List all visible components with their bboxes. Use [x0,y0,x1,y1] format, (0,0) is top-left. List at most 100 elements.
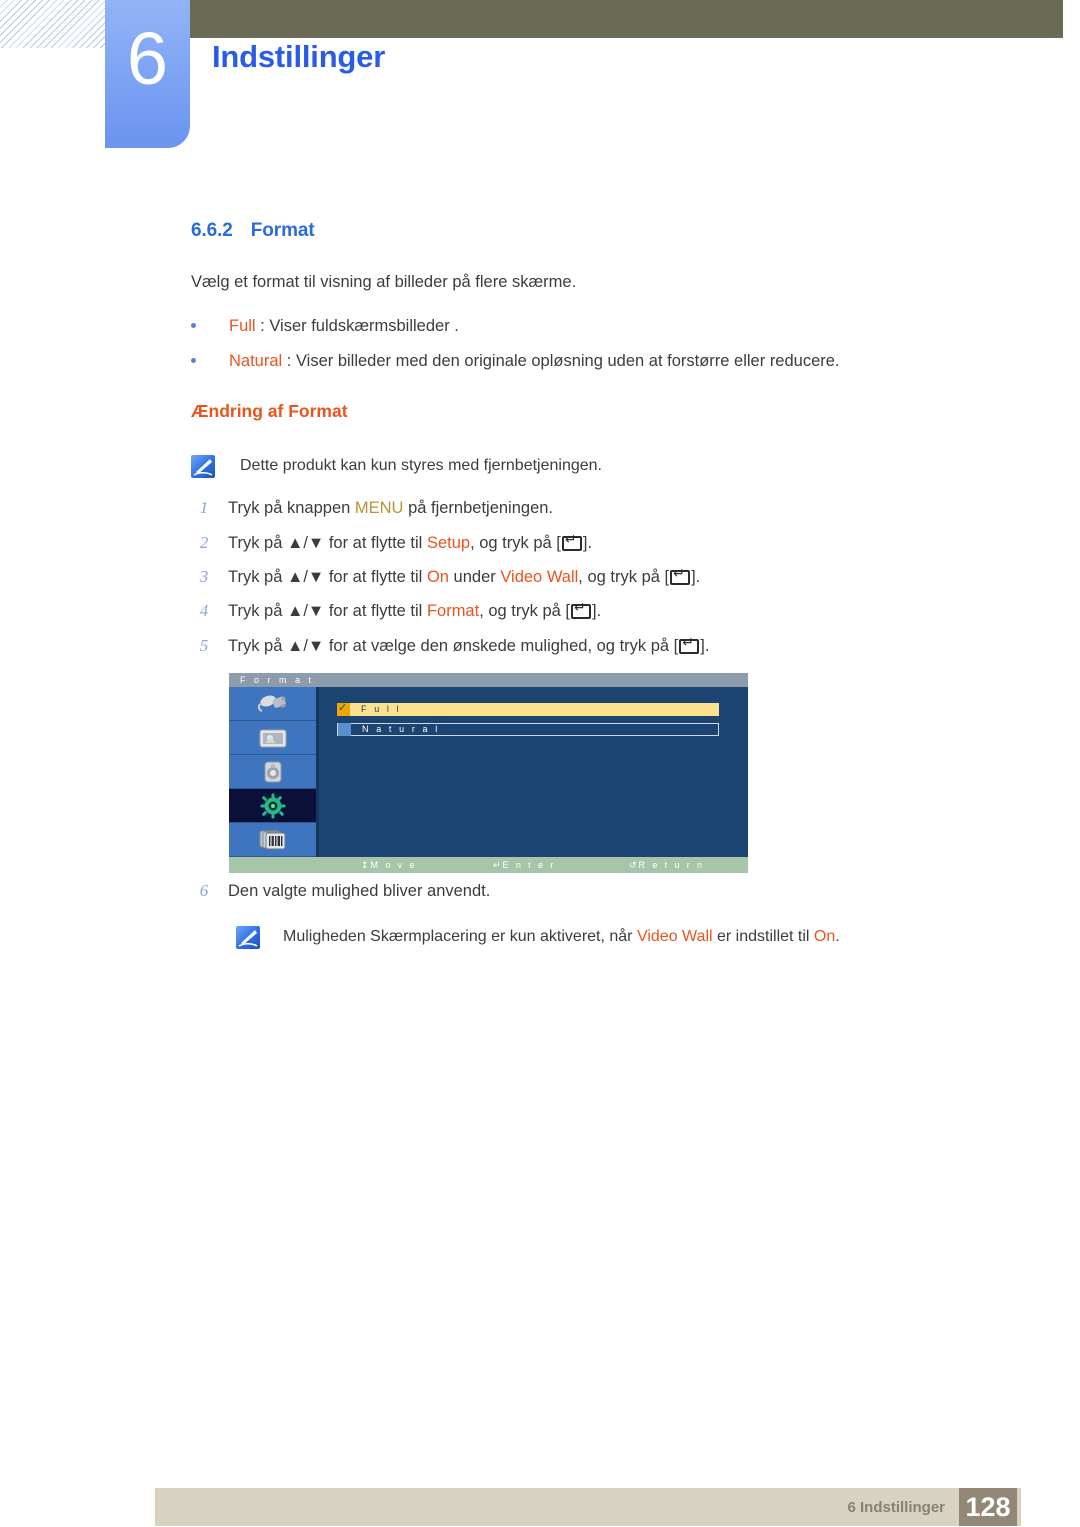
bullet-dot-icon [191,323,196,328]
step-text-pre: Tryk på knappen [228,499,355,517]
setup-gear-icon [260,793,285,818]
osd-sidebar-item-setup[interactable] [229,789,316,823]
note-pen-icon [191,455,215,478]
enter-arrow-icon: ↵ [493,861,501,871]
chapter-tab: 6 [105,0,190,148]
note-text-suffix: . [835,928,840,945]
osd-hint-return-label: R e t u r n [638,860,705,870]
osd-option-label: N a t u r a l [362,724,440,734]
note-text: Muligheden Skærmplacering er kun aktiver… [283,927,1003,947]
note-keyword-video-wall: Video Wall [636,928,713,945]
section-heading: 6.6.2 Format [191,220,315,242]
step-text-tail: ]. [691,568,701,586]
step-text-tail: ]. [700,637,710,655]
step-text-pre: Tryk på ▲/▼ for at flytte til [228,534,427,552]
step-number: 4 [199,601,209,620]
step-text-post: , og tryk på [ [578,568,670,586]
footer-chapter-label: 6 Indstillinger [847,1499,945,1516]
step-text-pre: Tryk på ▲/▼ for at flytte til [228,568,427,586]
osd-checkbox-checked-icon [337,701,350,716]
footer-page-number: 128 [959,1488,1017,1526]
step-text: Tryk på knappen MENU på fjernbetjeningen… [228,497,553,519]
step-keyword: Setup [426,534,471,552]
updown-arrow-icon: ↕ [361,861,369,871]
header-olive-bar [190,0,1063,38]
step-text-tail: ]. [592,602,602,620]
enter-key-icon [571,601,591,619]
step-text-mid: under [448,568,501,586]
bullet-dot-icon [191,358,196,363]
return-arrow-icon: ↺ [629,861,637,871]
step-text: Tryk på ▲/▼ for at flytte til On under V… [228,566,700,588]
step-text: Den valgte mulighed bliver anvendt. [228,882,491,900]
step-number: 5 [199,636,209,655]
osd-hint-move: ↕ M o v e [361,857,417,874]
osd-sidebar-item-sound[interactable] [229,755,316,789]
osd-sidebar [229,687,316,857]
page-header: 6 Indstillinger [0,0,1080,160]
step-text-post: , og tryk på [ [479,602,570,620]
section-number: 6.6.2 [191,220,233,241]
step-text-pre: Tryk på ▲/▼ for at vælge den ønskede mul… [228,637,679,655]
step-number: 2 [199,533,209,552]
bullet-content: Natural : Viser billeder med den origina… [229,351,840,371]
osd-hint-enter: ↵ E n t e r [493,857,556,874]
enter-key-icon [679,636,700,654]
osd-sidebar-item-multi-control[interactable] [229,823,316,857]
step-keyword: On [426,568,449,586]
note-text: Dette produkt kan kun styres med fjernbe… [240,457,602,474]
osd-title-bar: F o r m a t [229,673,748,687]
list-item: Natural : Viser billeder med den origina… [191,351,840,371]
step-number: 1 [199,498,209,517]
step-keyword: MENU [354,499,404,517]
step-keyword: Format [426,602,480,620]
step-text-tail: ]. [582,534,593,552]
multi-control-icon [259,830,285,849]
step-keyword-2: Video Wall [500,568,579,586]
sound-speaker-icon [264,761,281,782]
note-text-prefix: Muligheden Skærmplacering er kun aktiver… [283,928,637,945]
note-text-middle: er indstillet til [712,928,814,945]
step-number: 3 [199,567,209,586]
enter-key-icon [561,533,582,551]
note-pen-icon [236,926,260,949]
step-text: Tryk på ▲/▼ for at flytte til Format, og… [228,600,601,622]
picture-icon [259,729,286,747]
step-text-pre: Tryk på ▲/▼ for at flytte til [228,602,427,620]
osd-hint-return: ↺ R e t u r n [629,857,704,874]
section-intro-text: Vælg et format til visning af billeder p… [191,273,577,291]
osd-option-label: F u l l [361,704,402,714]
osd-hint-move-label: M o v e [370,860,417,870]
step-text-post: på fjernbetjeningen. [403,499,554,517]
bullet-content: Full : Viser fuldskærmsbilleder . [229,316,459,336]
osd-option-row-natural[interactable]: N a t u r a l [337,723,719,736]
page-footer: 6 Indstillinger 128 [155,1488,1021,1526]
step-item: 4 Tryk på ▲/▼ for at flytte til Format, … [193,600,601,622]
bullet-term: Natural [229,352,283,370]
osd-menu-screenshot: F o r m a t ✓ F u l l N a t u r a l ↕ M … [229,673,748,873]
step-item: 3 Tryk på ▲/▼ for at flytte til On under… [193,566,701,588]
step-item: 1 Tryk på knappen MENU på fjernbetjening… [193,497,553,519]
list-item: Full : Viser fuldskærmsbilleder . [191,316,459,336]
chapter-title: Indstillinger [212,39,386,74]
step-item: 5 Tryk på ▲/▼ for at vælge den ønskede m… [193,635,710,657]
sub-heading: Ændring af Format [191,401,348,421]
step-item: 2 Tryk på ▲/▼ for at flytte til Setup, o… [193,532,592,554]
osd-sidebar-item-picture[interactable] [229,721,316,755]
osd-checkbox-unchecked-icon [338,723,351,736]
step-text: Tryk på ▲/▼ for at vælge den ønskede mul… [228,635,709,657]
bullet-term: Full [229,317,256,335]
section-title: Format [250,220,315,241]
chapter-number: 6 [126,17,169,100]
step-text: Tryk på ▲/▼ for at flytte til Setup, og … [228,532,592,554]
bullet-desc: : Viser fuldskærmsbilleder . [255,317,459,335]
osd-sidebar-item-input[interactable] [229,687,316,721]
osd-body: F u l l N a t u r a l [319,687,748,857]
step-item: 6 Den valgte mulighed bliver anvendt. [193,880,491,902]
osd-footer-hints: ↕ M o v e ↵ E n t e r ↺ R e t u r n [229,857,748,873]
decorative-hatch-pattern [0,0,107,48]
bullet-desc: : Viser billeder med den originale opløs… [282,352,840,370]
note-keyword-on: On [813,928,836,945]
osd-option-row-full[interactable]: F u l l [337,701,719,716]
input-source-icon [257,695,286,712]
